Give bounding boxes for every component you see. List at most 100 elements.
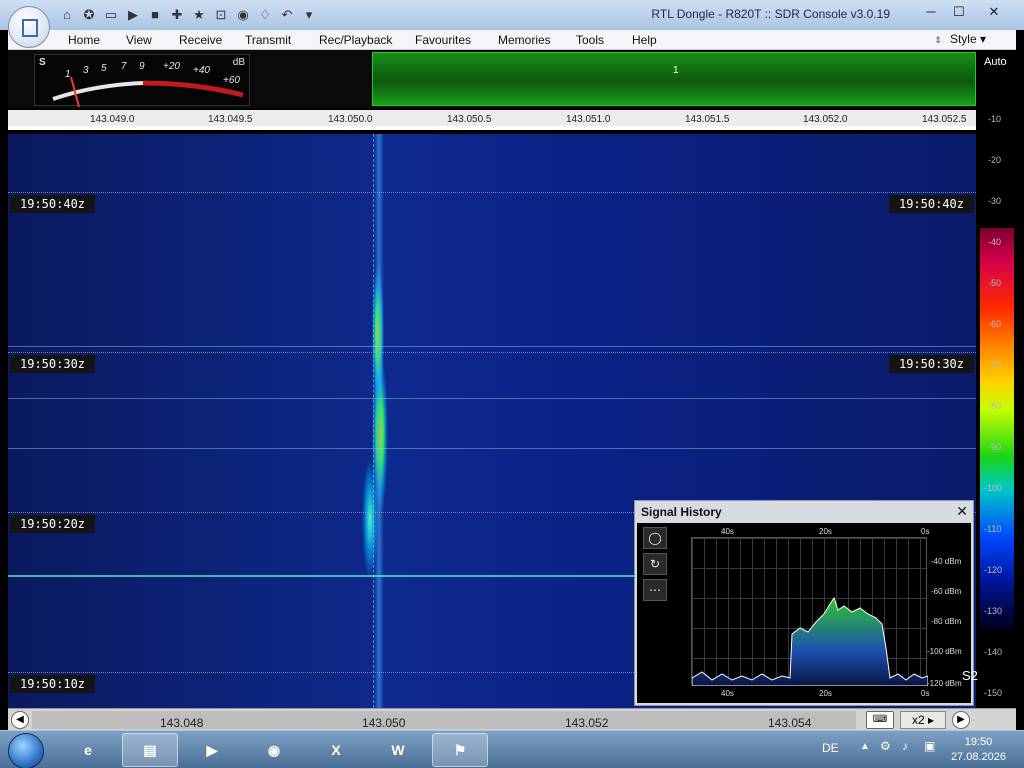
lock-icon[interactable]: ⊡ xyxy=(212,7,230,23)
timestamp-badge: 19:50:30z xyxy=(10,355,96,373)
level-axis-label: -40 dBm xyxy=(931,557,962,566)
time-gridline xyxy=(8,352,976,353)
db-label: -70 xyxy=(988,360,1002,370)
meter-panel: S dB 1 3 5 7 9 +20 +40 +60 1 xyxy=(8,50,976,108)
frequency-scale[interactable]: 143.049.0 143.049.5 143.050.0 143.050.5 … xyxy=(8,110,976,130)
scroll-freq-label: 143.048 xyxy=(160,716,204,730)
excel-icon[interactable]: X xyxy=(308,733,364,767)
db-label: -20 xyxy=(988,155,1002,165)
timestamp-badge: 19:50:40z xyxy=(10,195,96,213)
db-label: -150 xyxy=(984,688,1003,698)
menu-memories[interactable]: Memories xyxy=(498,33,551,47)
customize-dropdown-icon[interactable]: ▾ xyxy=(300,7,318,23)
freq-label: 143.049.0 xyxy=(90,114,135,125)
maximize-button[interactable]: ☐ xyxy=(946,3,972,22)
undo-icon[interactable]: ↶ xyxy=(278,7,296,23)
s-meter-arc xyxy=(52,76,244,107)
db-label: -40 xyxy=(988,237,1002,247)
minimize-button[interactable]: ─ xyxy=(918,3,944,22)
signal-history-body: ◯ ↻ ⋯ 40s 20s 0s S2 -40 dBm -60 dBm -80 … xyxy=(637,523,978,703)
scroll-freq-label: 143.054 xyxy=(768,716,812,730)
time-axis-label: 20s xyxy=(819,527,832,536)
drop-icon[interactable]: ♢ xyxy=(256,7,274,23)
more-options-icon[interactable]: ⋯ xyxy=(643,579,667,601)
lifebuoy-icon[interactable]: ✪ xyxy=(80,7,98,23)
chrome-icon[interactable]: ◉ xyxy=(246,733,302,767)
tray-app-icon[interactable]: ⚙ xyxy=(880,739,891,753)
interference-line xyxy=(8,575,636,577)
freq-label: 143.050.5 xyxy=(447,114,492,125)
menu-tools[interactable]: Tools xyxy=(576,33,604,47)
signal-history-close-button[interactable]: ✕ xyxy=(956,503,968,520)
signal-level-trace xyxy=(692,596,928,686)
add-icon[interactable]: ✚ xyxy=(168,7,186,23)
freq-label: 143.051.5 xyxy=(685,114,730,125)
sdr-console-window: ⌂ ✪ ▭ ▶ ■ ✚ ★ ⊡ ◉ ♢ ↶ ▾ RTL Dongle - R82… xyxy=(0,0,1024,768)
db-label: -30 xyxy=(988,196,1002,206)
s-meter: S dB 1 3 5 7 9 +20 +40 +60 xyxy=(34,54,250,107)
time-axis-label: 0s xyxy=(921,527,930,536)
bottom-scroll-bar: ◀ 143.048 143.050 143.052 143.054 ⌨ x2 ▸… xyxy=(8,708,1016,730)
file-explorer-icon[interactable]: ▤ xyxy=(122,733,178,767)
close-button[interactable]: ✕ xyxy=(974,3,1014,22)
volume-icon[interactable]: ♪ xyxy=(902,739,908,753)
scroll-freq-label: 143.052 xyxy=(565,716,609,730)
s-reading: S2 xyxy=(962,668,978,683)
db-label: -120 xyxy=(984,565,1003,575)
menu-transmit[interactable]: Transmit xyxy=(245,33,291,47)
start-button[interactable] xyxy=(8,733,44,768)
internet-explorer-icon[interactable]: e xyxy=(60,733,116,767)
ribbon-menu: Home View Receive Transmit Rec/Playback … xyxy=(8,30,1016,50)
quick-access-toolbar: ⌂ ✪ ▭ ▶ ■ ✚ ★ ⊡ ◉ ♢ ↶ ▾ xyxy=(58,7,318,23)
frequency-scroll-track[interactable] xyxy=(32,711,856,729)
db-label: -110 xyxy=(984,524,1002,534)
scroll-freq-label: 143.050 xyxy=(362,716,406,730)
reset-icon[interactable]: ↻ xyxy=(643,553,667,575)
signal-history-plot: S2 xyxy=(691,537,978,686)
level-axis-label: -120 dBm xyxy=(927,679,962,688)
clock-date: 27.08.2026 xyxy=(950,751,1006,763)
zoom-selector[interactable]: x2 ▸ xyxy=(900,711,946,729)
tuning-center-line xyxy=(373,134,374,708)
menu-home[interactable]: Home xyxy=(68,33,100,47)
style-selector[interactable]: ⇕ Style ▾ xyxy=(934,32,986,46)
tray-expand-icon[interactable]: ▲ xyxy=(860,741,870,752)
folder-icon[interactable]: ▭ xyxy=(102,7,120,23)
app-menu-button[interactable] xyxy=(8,6,50,48)
db-label: -10 xyxy=(988,114,1002,124)
stop-icon[interactable]: ■ xyxy=(146,7,164,23)
menu-favourites[interactable]: Favourites xyxy=(415,33,471,47)
clock[interactable]: 19:50 27.08.2026 xyxy=(951,735,1006,765)
clock-time: 19:50 xyxy=(964,736,993,748)
menu-receive[interactable]: Receive xyxy=(179,33,222,47)
menu-rec-playback[interactable]: Rec/Playback xyxy=(319,33,392,47)
network-icon[interactable]: ▣ xyxy=(924,739,935,753)
menu-view[interactable]: View xyxy=(126,33,152,47)
scroll-left-button[interactable]: ◀ xyxy=(11,711,29,729)
home-icon[interactable]: ⌂ xyxy=(58,7,76,23)
spectrum-overview[interactable]: 1 xyxy=(372,52,976,106)
star-icon[interactable]: ★ xyxy=(190,7,208,23)
scroll-right-button[interactable]: ▶ xyxy=(952,711,970,729)
db-label: -50 xyxy=(988,278,1002,288)
freq-label: 143.051.0 xyxy=(566,114,611,125)
db-label: -130 xyxy=(984,606,1003,616)
sdr-console-icon[interactable]: ⚑ xyxy=(432,733,488,767)
timestamp-badge: 19:50:40z xyxy=(888,195,974,213)
media-player-icon[interactable]: ▶ xyxy=(184,733,240,767)
freq-label: 143.049.5 xyxy=(208,114,253,125)
menu-help[interactable]: Help xyxy=(632,33,657,47)
auto-scale-button[interactable]: Auto xyxy=(984,56,1007,68)
level-axis-label: -100 dBm xyxy=(927,647,962,656)
keyboard-icon[interactable]: ⌨ xyxy=(866,711,894,729)
timestamp-badge: 19:50:10z xyxy=(10,675,96,693)
time-axis-label: 40s xyxy=(721,527,734,536)
record-toggle-icon[interactable]: ◯ xyxy=(643,527,667,549)
window-title: RTL Dongle - R820T :: SDR Console v3.0.1… xyxy=(651,7,890,21)
level-axis-label: -80 dBm xyxy=(931,617,962,626)
word-icon[interactable]: W xyxy=(370,733,426,767)
play-icon[interactable]: ▶ xyxy=(124,7,142,23)
camera-icon[interactable]: ◉ xyxy=(234,7,252,23)
db-color-scale: Auto -10 -20 -30 -40 -50 -60 -70 -80 -90… xyxy=(978,50,1016,730)
language-indicator[interactable]: DE xyxy=(822,741,839,755)
